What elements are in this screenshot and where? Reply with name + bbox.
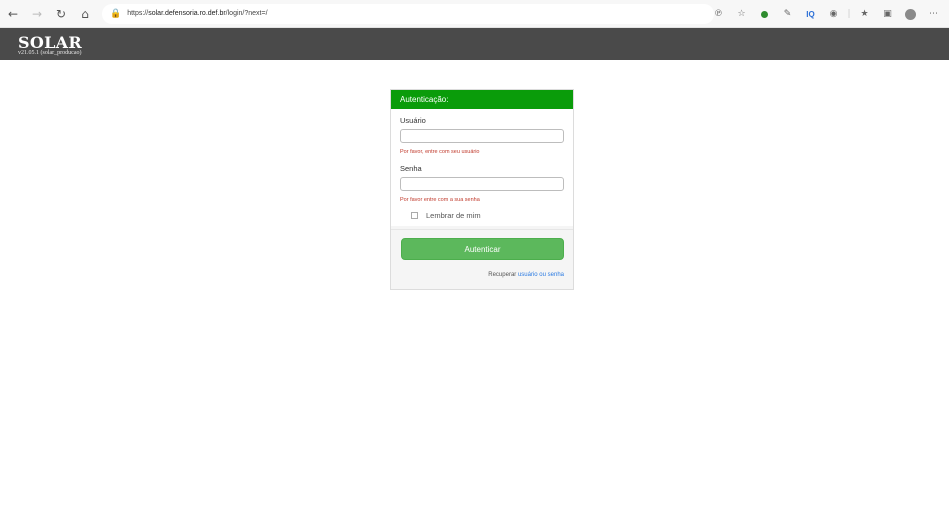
app-version: v21.05.1 (solar_producao) [18, 50, 82, 56]
extension-puzzle-icon[interactable]: ◉ [822, 3, 845, 25]
collections-icon[interactable]: ▣ [876, 3, 899, 25]
url-text: https://solar.defensoria.ro.def.br/login… [127, 10, 267, 17]
password-input[interactable] [400, 177, 564, 191]
login-form: Usuário Por favor, entre com seu usuário… [391, 109, 573, 226]
lock-icon[interactable]: 🔒 [110, 9, 121, 19]
username-input[interactable] [400, 129, 564, 143]
remember-me[interactable]: Lembrar de mim [411, 211, 481, 220]
remember-checkbox[interactable] [411, 212, 418, 219]
recover-prefix: Recuperar [488, 272, 518, 278]
refresh-icon[interactable]: ↻ [50, 3, 72, 25]
forward-icon[interactable]: → [26, 3, 48, 25]
toolbar-icons: ℗ ☆ ✎ IQ ◉ | ★ ▣ ⋯ [707, 0, 945, 28]
url-prefix: https:// [127, 10, 149, 17]
login-panel-title: Autenticação: [391, 90, 573, 109]
login-panel-footer: Autenticar Recuperar usuário ou senha [391, 229, 573, 289]
remember-label: Lembrar de mim [426, 211, 481, 220]
url-path: /login/?next=/ [225, 10, 268, 17]
more-icon[interactable]: ⋯ [922, 3, 945, 25]
edit-icon[interactable]: ✎ [776, 3, 799, 25]
login-panel: Autenticação: Usuário Por favor, entre c… [390, 89, 574, 290]
favorite-add-icon[interactable]: ☆ [730, 3, 753, 25]
iq-label: IQ [806, 9, 815, 19]
authenticate-button[interactable]: Autenticar [401, 238, 564, 260]
url-host: solar.defensoria.ro.def.br [148, 10, 226, 17]
recover-link[interactable]: usuário ou senha [518, 272, 564, 278]
recover-text: Recuperar usuário ou senha [488, 272, 564, 278]
password-label: Senha [400, 164, 422, 173]
address-bar[interactable]: 🔒 https://solar.defensoria.ro.def.br/log… [102, 3, 714, 24]
extension-icon[interactable] [753, 3, 776, 25]
username-label: Usuário [400, 116, 426, 125]
browser-toolbar: ← → ↻ ⌂ 🔒 https://solar.defensoria.ro.de… [0, 0, 949, 28]
app-header: SOLAR v21.05.1 (solar_producao) [0, 28, 949, 60]
favorites-icon[interactable]: ★ [853, 3, 876, 25]
username-error: Por favor, entre com seu usuário [400, 149, 480, 155]
iq-extension-icon[interactable]: IQ [799, 3, 822, 25]
back-icon[interactable]: ← [2, 3, 24, 25]
password-error: Por favor entre com a sua senha [400, 197, 480, 203]
read-aloud-icon[interactable]: ℗ [707, 3, 730, 25]
profile-avatar[interactable] [899, 3, 922, 25]
toolbar-divider: | [847, 9, 851, 19]
home-icon[interactable]: ⌂ [74, 3, 96, 25]
